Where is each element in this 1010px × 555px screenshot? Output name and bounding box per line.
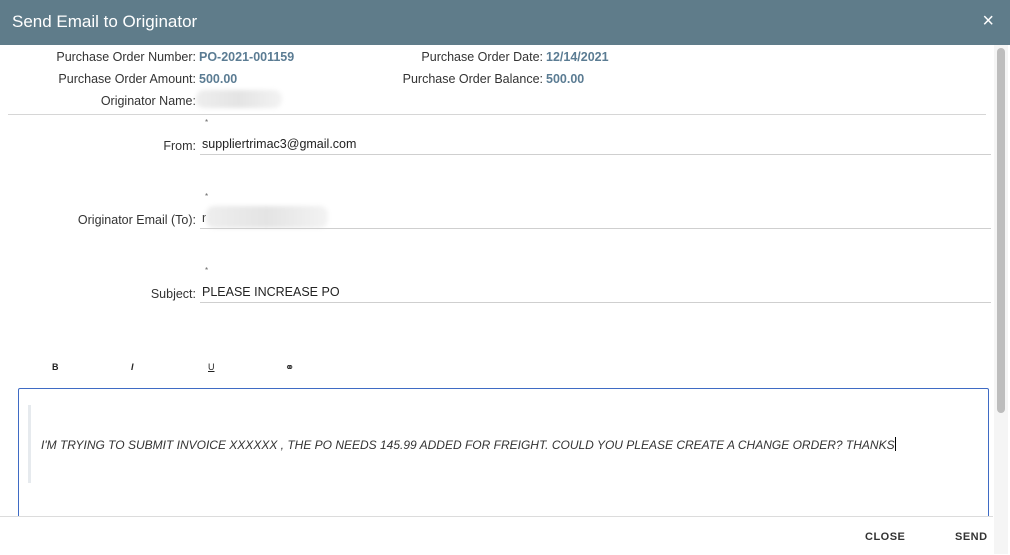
close-icon[interactable]: × — [982, 10, 994, 33]
required-marker: * — [205, 192, 209, 201]
po-amount-label: Purchase Order Amount: — [58, 72, 196, 86]
message-body: I'M TRYING TO SUBMIT INVOICE XXXXXX , TH… — [41, 438, 895, 452]
link-icon[interactable]: ⚭ — [285, 361, 294, 374]
blockquote-bar — [28, 405, 31, 483]
subject-underline — [200, 302, 991, 303]
dialog-footer: CLOSE SEND — [0, 516, 993, 555]
header-divider — [8, 114, 986, 115]
close-button[interactable]: CLOSE — [865, 531, 905, 543]
underline-button[interactable]: U — [208, 362, 215, 372]
originator-email-redacted — [206, 206, 328, 228]
from-input[interactable]: suppliertrimac3@gmail.com — [202, 137, 356, 151]
from-underline — [200, 154, 991, 155]
po-date-label: Purchase Order Date: — [421, 50, 543, 64]
po-number-value: PO-2021-001159 — [199, 50, 295, 64]
message-editor[interactable]: I'M TRYING TO SUBMIT INVOICE XXXXXX , TH… — [18, 388, 989, 530]
to-label: Originator Email (To): — [77, 213, 196, 227]
originator-name-label: Originator Name: — [100, 94, 196, 108]
send-button[interactable]: SEND — [955, 531, 988, 543]
scrollbar-thumb[interactable] — [997, 48, 1005, 413]
text-caret — [894, 437, 896, 451]
subject-label: Subject: — [150, 287, 196, 301]
from-label: From: — [163, 139, 196, 153]
dialog-title: Send Email to Originator — [12, 12, 198, 31]
po-date-value: 12/14/2021 — [546, 50, 609, 64]
italic-button[interactable]: I — [131, 362, 134, 372]
required-marker: * — [205, 266, 209, 275]
message-body-line[interactable]: I'M TRYING TO SUBMIT INVOICE XXXXXX , TH… — [41, 437, 896, 452]
po-amount-value: 500.00 — [199, 72, 238, 86]
subject-input[interactable]: PLEASE INCREASE PO — [202, 285, 340, 299]
po-balance-value: 500.00 — [546, 72, 585, 86]
bold-button[interactable]: B — [52, 362, 59, 372]
to-underline — [200, 228, 991, 229]
dialog-header: Send Email to Originator × — [0, 0, 1010, 45]
po-number-label: Purchase Order Number: — [56, 50, 196, 64]
required-marker: * — [205, 118, 209, 127]
originator-name-redacted — [196, 90, 282, 108]
po-balance-label: Purchase Order Balance: — [402, 72, 543, 86]
